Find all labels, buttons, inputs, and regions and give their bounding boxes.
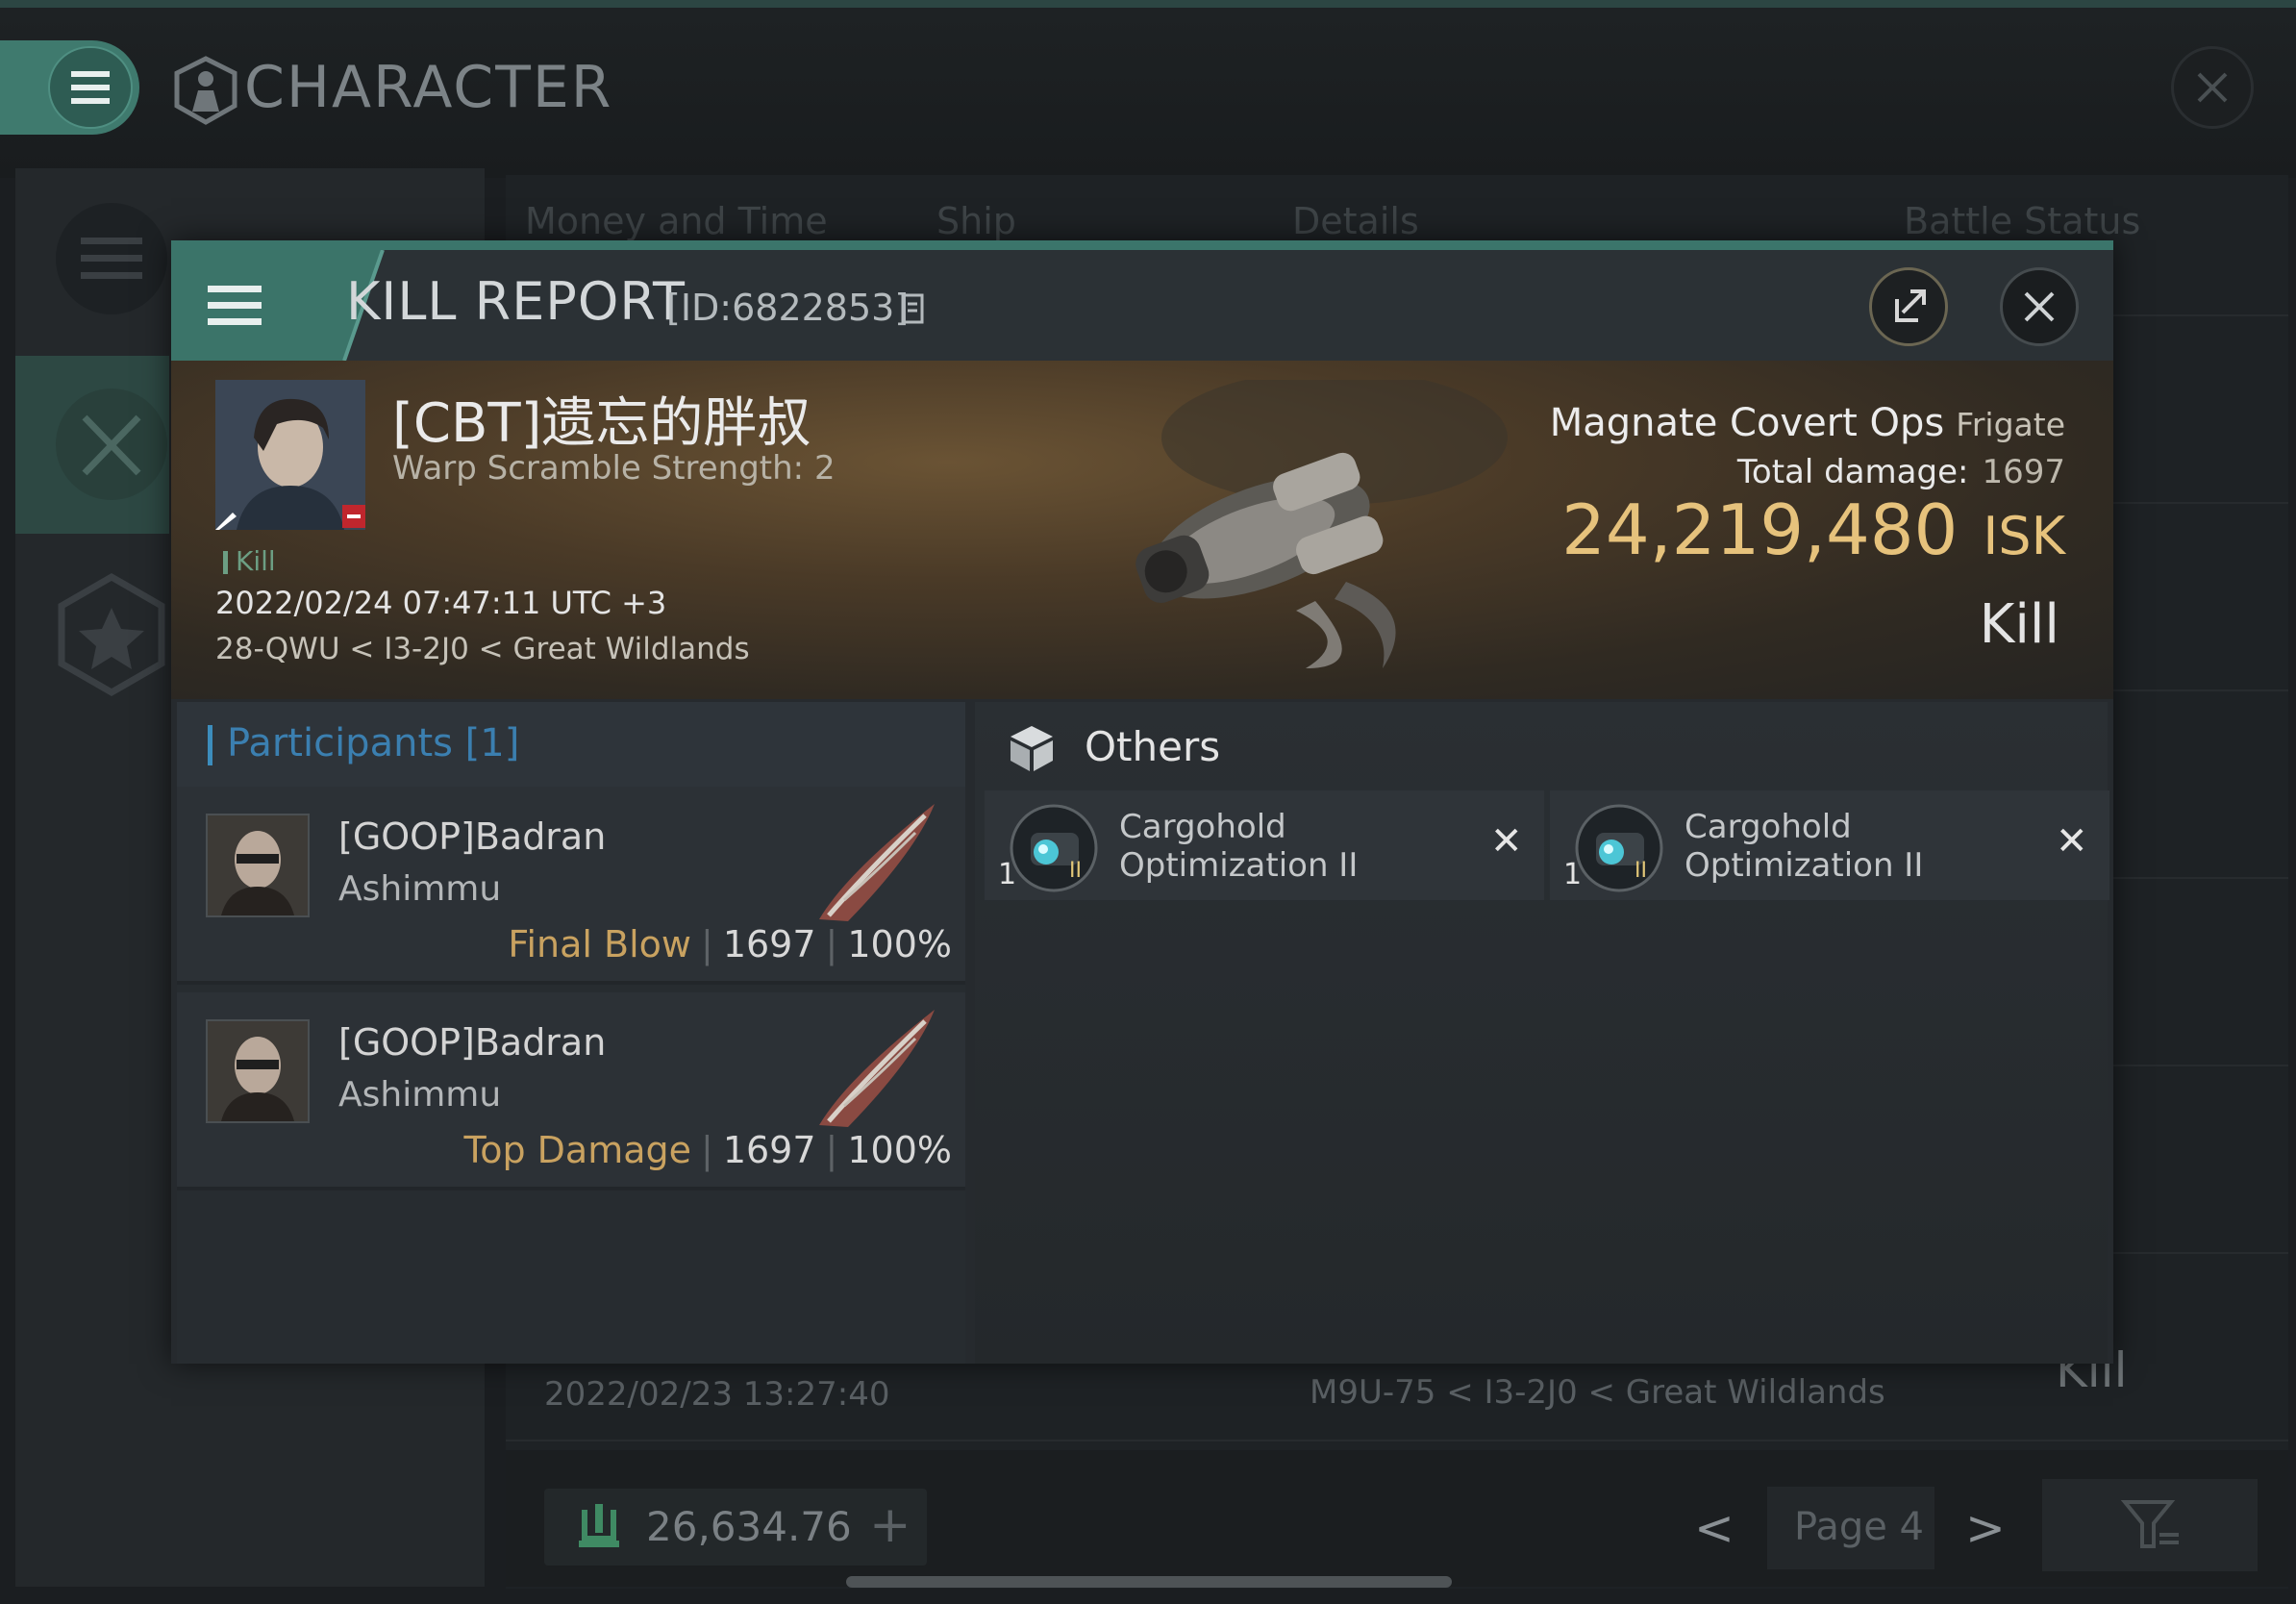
- wallet-amount: 26,634.76: [646, 1503, 852, 1550]
- tab-battle-status[interactable]: Battle Status: [1904, 200, 2140, 242]
- dialog-accent-line: [171, 240, 2113, 250]
- cargohold-module-icon: II: [1010, 804, 1098, 892]
- tier-label: II: [1635, 859, 1647, 883]
- total-damage-value: 1697: [1982, 453, 2065, 491]
- combat-icon: [56, 388, 167, 500]
- share-button[interactable]: [1869, 267, 1948, 346]
- kill-report-id: [ID:6822853]: [666, 287, 910, 329]
- participant-damage: 1697: [722, 923, 816, 965]
- isk-unit: ISK: [1983, 506, 2065, 566]
- copy-icon: [901, 293, 924, 324]
- participants-panel: Participants [1] [GOOP]Badran Ashimmu Fi…: [177, 702, 965, 1364]
- others-panel: Others II 1 Cargohold Optimization II ✕: [975, 702, 2109, 1364]
- star-icon: [58, 572, 165, 697]
- sidebar-item-list[interactable]: [15, 168, 169, 346]
- participant-ship-icon: [810, 794, 944, 929]
- isk-amount: 24,219,480: [1561, 489, 1959, 570]
- kill-tag-label: Kill: [236, 545, 276, 577]
- sidebar-item-favorites[interactable]: [15, 548, 169, 726]
- remove-icon: ✕: [1490, 819, 1523, 864]
- kill-location[interactable]: 28-QWU < I3-2J0 < Great Wildlands: [215, 632, 750, 666]
- history-row-date: 2022/02/23 13:27:40: [544, 1375, 890, 1414]
- row-divider: [506, 1440, 2288, 1441]
- battle-result: Kill: [1979, 593, 2059, 656]
- item-name: Cargohold Optimization II: [1685, 808, 1924, 885]
- remove-icon: ✕: [2056, 819, 2088, 864]
- sidebar-item-combat[interactable]: [15, 356, 169, 534]
- copy-id-button[interactable]: [900, 292, 927, 327]
- prev-page-button[interactable]: <: [1694, 1500, 1734, 1556]
- filter-button[interactable]: [2042, 1479, 2258, 1571]
- total-damage: Total damage: 1697: [1737, 453, 2065, 491]
- tab-details[interactable]: Details: [1292, 200, 1419, 242]
- victim-ship[interactable]: Magnate Covert Ops Frigate: [1550, 401, 2065, 445]
- tier-label: II: [1069, 859, 1082, 883]
- horizontal-scrollbar[interactable]: [846, 1576, 1452, 1588]
- participants-title: Participants [1]: [227, 721, 520, 765]
- page-label: Page 4: [1794, 1505, 1924, 1549]
- dropped-item[interactable]: II 1 Cargohold Optimization II ✕: [985, 790, 1544, 900]
- filter-icon: [2120, 1500, 2179, 1548]
- cube-icon: [1008, 723, 1056, 773]
- participant-ship: Ashimmu: [338, 1075, 502, 1115]
- isk-value: 24,219,480 ISK: [1561, 489, 2065, 570]
- total-damage-label: Total damage:: [1736, 453, 1969, 491]
- item-quantity: 1: [998, 858, 1017, 891]
- others-title: Others: [1085, 723, 1221, 770]
- list-icon: [56, 203, 167, 314]
- kill-datetime: 2022/02/24 07:47:11 UTC +3: [215, 585, 667, 621]
- participant-damage: 1697: [722, 1129, 816, 1171]
- tab-money-and-time[interactable]: Money and Time: [525, 200, 828, 242]
- participant-stats: Final Blow | 1697 | 100%: [508, 923, 952, 965]
- participant-role: Final Blow: [508, 923, 692, 965]
- participant-ship: Ashimmu: [338, 869, 502, 909]
- participant-ship-icon: [810, 1000, 944, 1135]
- participant-percent: 100%: [847, 1129, 952, 1171]
- character-icon: [173, 56, 238, 125]
- participant-portrait[interactable]: [206, 1019, 310, 1123]
- close-icon: [2024, 291, 2055, 322]
- cargohold-module-icon: II: [1575, 804, 1663, 892]
- history-row-location: M9U-75 < I3-2J0 < Great Wildlands: [1310, 1373, 1885, 1412]
- window-title: CHARACTER: [244, 54, 613, 121]
- close-icon: [2197, 72, 2228, 103]
- window-close-button[interactable]: [2171, 46, 2254, 129]
- participant-name[interactable]: [GOOP]Badran: [338, 1021, 606, 1064]
- add-funds-button[interactable]: +: [869, 1500, 911, 1550]
- dropped-item[interactable]: II 1 Cargohold Optimization II ✕: [1550, 790, 2109, 900]
- item-quantity: 1: [1563, 858, 1583, 891]
- dialog-close-button[interactable]: [2000, 267, 2079, 346]
- participant-portrait[interactable]: [206, 814, 310, 917]
- participant-role: Top Damage: [463, 1129, 692, 1171]
- victim-name[interactable]: [CBT]遗忘的胖叔: [392, 380, 811, 458]
- header-accent-bar: [208, 725, 212, 765]
- participant-row[interactable]: [GOOP]Badran Ashimmu Top Damage | 1697 | 100…: [177, 992, 965, 1190]
- warp-scramble-strength: Warp Scramble Strength: 2: [392, 449, 836, 488]
- victim-ship-render: [969, 380, 1508, 688]
- kill-tag: Kill: [223, 545, 276, 577]
- participant-row[interactable]: [GOOP]Badran Ashimmu Final Blow | 1697 | 100…: [177, 787, 965, 985]
- main-menu-button[interactable]: [0, 40, 139, 135]
- participants-header: Participants [1]: [177, 702, 965, 787]
- ship-class: Frigate: [1956, 406, 2065, 443]
- participant-percent: 100%: [847, 923, 952, 965]
- next-page-button[interactable]: >: [1965, 1500, 2006, 1556]
- participant-name[interactable]: [GOOP]Badran: [338, 815, 606, 858]
- kill-report-dialog: KILL REPORT [ID:6822853] [CBT]遗忘的胖叔 Warp…: [171, 240, 2113, 1364]
- participant-stats: Top Damage | 1697 | 100%: [463, 1129, 952, 1171]
- dialog-title: KILL REPORT: [346, 271, 686, 332]
- tab-ship[interactable]: Ship: [936, 200, 1016, 242]
- kill-summary-banner: [CBT]遗忘的胖叔 Warp Scramble Strength: 2 Kil…: [171, 361, 2113, 699]
- others-header: Others: [975, 702, 2108, 790]
- ship-name: Magnate Covert Ops: [1549, 401, 1945, 445]
- share-icon: [1895, 289, 1926, 322]
- wallet-icon: [579, 1504, 619, 1547]
- item-name: Cargohold Optimization II: [1119, 808, 1359, 885]
- menu-icon: [48, 46, 133, 129]
- victim-portrait[interactable]: [215, 380, 365, 530]
